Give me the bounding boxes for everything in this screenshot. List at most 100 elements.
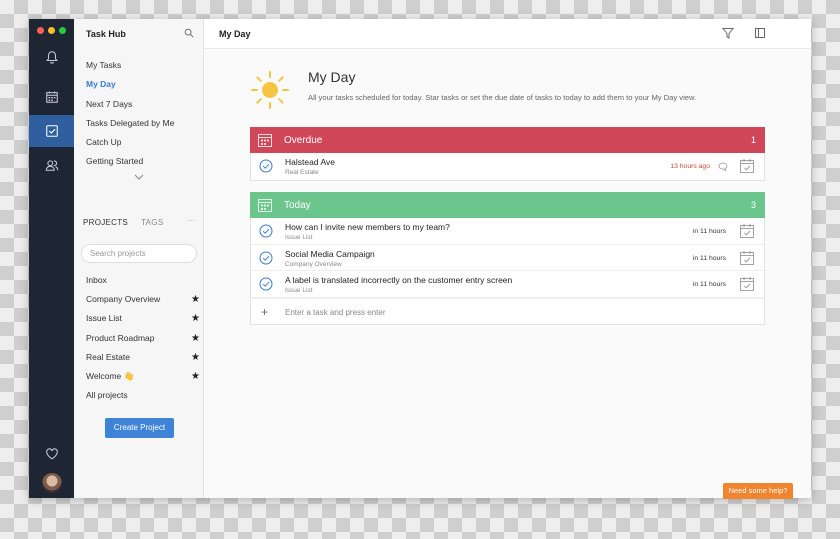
hero-title: My Day [308,69,356,85]
task-due: in 11 hours [692,228,726,235]
main-content: My Day My Day All your tasks scheduled f… [204,19,811,498]
panel-toggle-icon[interactable] [754,27,766,39]
sidebar-item-my-tasks[interactable]: My Tasks [74,56,204,75]
project-issue-list[interactable]: Issue List ★ [74,309,204,328]
task-project: Issue List [285,234,313,241]
star-icon[interactable]: ★ [191,329,200,348]
zoom-window-button[interactable] [59,27,66,34]
people-icon [45,160,58,171]
task-project: Real Estate [285,169,319,176]
task-row[interactable]: How can I invite new members to my team?… [251,218,764,245]
today-task-list: How can I invite new members to my team?… [250,218,765,325]
project-label: Inbox [86,275,107,285]
tab-projects[interactable]: PROJECTS [83,218,128,227]
project-all-projects[interactable]: All projects [74,386,204,405]
help-button[interactable]: Need some help? [723,483,793,499]
favorites-button[interactable] [29,438,74,470]
project-label: Welcome 👋 [86,370,135,381]
comment-icon[interactable] [718,162,728,171]
plus-icon: + [261,304,269,319]
section-label: Today [284,199,311,211]
page-title: My Day [219,29,251,39]
overdue-header[interactable]: Overdue 1 [250,127,765,153]
overdue-section: Overdue 1 Halstead Ave Real Estate 13 ho… [250,127,765,181]
task-project: Issue List [285,287,313,294]
project-label: Issue List [86,313,122,324]
add-task-placeholder: Enter a task and press enter [285,307,386,317]
task-row[interactable]: A label is translated incorrectly on the… [251,271,764,298]
project-welcome[interactable]: Welcome 👋 ★ [74,367,204,386]
icon-rail [29,19,74,498]
task-title: Halstead Ave [285,157,335,167]
tab-tags[interactable]: TAGS [141,218,163,227]
calendar-icon [258,199,272,212]
due-date-icon[interactable] [739,250,755,266]
task-due: in 11 hours [692,281,726,288]
project-real-estate[interactable]: Real Estate ★ [74,348,204,367]
checkbox-icon [45,125,58,137]
calendar-nav-button[interactable] [29,81,74,113]
complete-task-checkbox[interactable] [259,224,273,238]
sun-icon [251,71,289,109]
add-task-input[interactable]: + Enter a task and press enter [251,297,764,324]
task-title: How can I invite new members to my team? [285,222,450,232]
sidebar: Task Hub My Tasks My Day Next 7 Days Tas… [74,19,204,498]
section-count: 3 [750,200,756,210]
bell-icon [45,51,58,64]
calendar-icon [258,134,272,147]
chevron-down-icon[interactable] [134,173,144,181]
task-project: Company Overview [285,260,342,268]
project-label: Company Overview [86,294,161,305]
task-row[interactable]: Social Media Campaign Company Overview i… [251,245,764,271]
today-section: Today 3 How can I invite new members to … [250,192,765,325]
star-icon[interactable]: ★ [191,348,200,367]
notifications-button[interactable] [29,41,74,73]
section-label: Overdue [284,134,323,146]
sidebar-item-catch-up[interactable]: Catch Up [74,133,204,152]
complete-task-checkbox[interactable] [259,277,273,291]
project-company-overview[interactable]: Company Overview ★ [74,290,204,309]
more-options-icon[interactable]: ··· [187,216,195,225]
filter-icon[interactable] [722,27,734,39]
app-window: Task Hub My Tasks My Day Next 7 Days Tas… [29,19,811,498]
search-icon[interactable] [184,28,194,38]
complete-task-checkbox[interactable] [259,159,273,173]
star-icon[interactable]: ★ [191,309,200,328]
today-header[interactable]: Today 3 [250,192,765,218]
sidebar-item-next-7-days[interactable]: Next 7 Days [74,95,204,114]
project-label: Product Roadmap [86,332,155,343]
due-date-icon[interactable] [739,276,755,292]
task-due: in 11 hours [692,254,726,262]
avatar[interactable] [42,473,62,493]
hero-subtitle: All your tasks scheduled for today. Star… [308,93,697,102]
minimize-window-button[interactable] [48,27,55,34]
task-due: 13 hours ago [670,163,710,170]
section-count: 1 [750,135,756,145]
team-nav-button[interactable] [29,149,74,181]
tasks-nav-button[interactable] [29,115,74,147]
task-title: Social Media Campaign [285,248,375,259]
sidebar-nav: My Tasks My Day Next 7 Days Tasks Delega… [74,56,204,172]
sidebar-item-getting-started[interactable]: Getting Started [74,152,204,171]
task-title: A label is translated incorrectly on the… [285,275,513,285]
app-title: Task Hub [86,29,126,39]
sidebar-item-my-day[interactable]: My Day [74,75,204,94]
project-list: Inbox Company Overview ★ Issue List ★ Prod… [74,271,204,405]
project-inbox[interactable]: Inbox [74,271,204,290]
create-project-button[interactable]: Create Project [105,418,174,438]
due-date-icon[interactable] [739,158,755,174]
overdue-task-list: Halstead Ave Real Estate 13 hours ago [250,153,765,181]
star-icon[interactable]: ★ [191,367,200,386]
due-date-icon[interactable] [739,223,755,239]
topbar: My Day [204,19,811,49]
heart-icon [45,448,58,460]
task-row[interactable]: Halstead Ave Real Estate 13 hours ago [251,153,764,180]
project-search-input[interactable]: Search projects [81,244,197,263]
window-controls [37,27,66,34]
project-product-roadmap[interactable]: Product Roadmap ★ [74,329,204,348]
close-window-button[interactable] [37,27,44,34]
sidebar-tabs: PROJECTS TAGS [83,218,163,227]
sidebar-item-delegated[interactable]: Tasks Delegated by Me [74,114,204,133]
star-icon[interactable]: ★ [191,290,200,309]
complete-task-checkbox[interactable] [259,251,273,265]
